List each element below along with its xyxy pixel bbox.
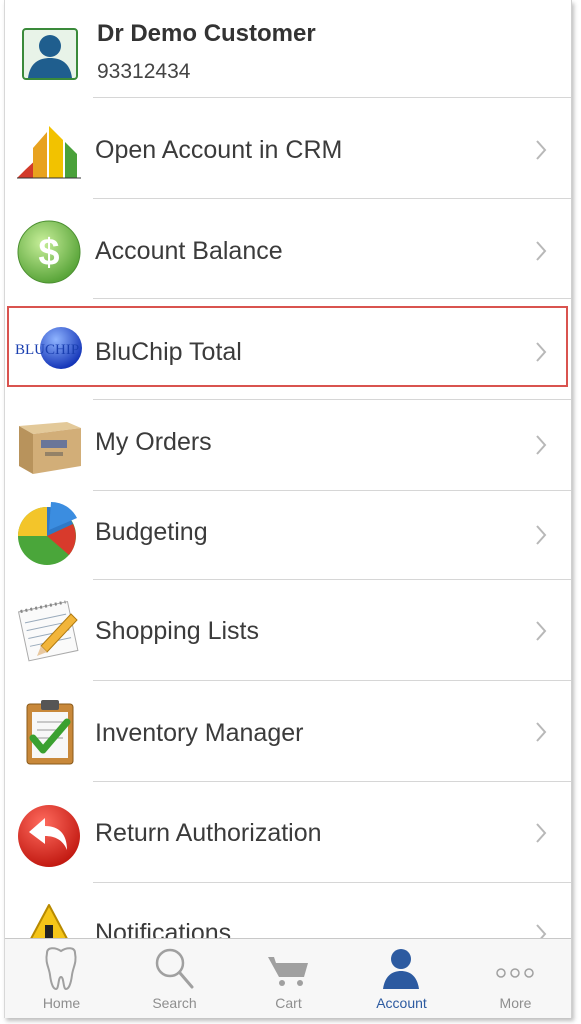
customer-name: Dr Demo Customer	[97, 20, 316, 47]
chevron-right-icon	[536, 621, 547, 641]
tab-account[interactable]: Account	[345, 939, 458, 1018]
tab-label: Search	[152, 995, 197, 1011]
menu-item-label: Inventory Manager	[95, 719, 304, 747]
cart-icon	[268, 957, 308, 986]
tab-label: More	[499, 995, 532, 1011]
tab-home[interactable]: Home	[5, 939, 118, 1018]
divider	[93, 198, 571, 199]
chevron-right-icon	[536, 435, 547, 455]
menu-item-label: Budgeting	[95, 518, 208, 546]
search-icon	[155, 948, 194, 989]
tab-label: Home	[42, 995, 81, 1011]
menu-item-shopping-lists[interactable]: Shopping Lists	[5, 580, 571, 680]
menu-item-inventory-manager[interactable]: Inventory Manager	[5, 680, 571, 780]
customer-avatar-icon	[22, 28, 78, 80]
chevron-right-icon	[536, 823, 547, 843]
svg-text:$: $	[38, 232, 59, 274]
menu-item-open-account-crm[interactable]: Open Account in CRM	[5, 100, 571, 200]
tab-search[interactable]: Search	[118, 939, 231, 1018]
tab-more[interactable]: More	[459, 939, 571, 1018]
chevron-right-icon	[536, 722, 547, 742]
menu-item-label: My Orders	[95, 428, 212, 456]
pie-chart-icon	[18, 501, 77, 565]
box-icon	[19, 422, 81, 474]
customer-header: Dr Demo Customer 93312434	[5, 0, 571, 97]
chevron-right-icon	[536, 241, 547, 261]
clipboard-check-icon	[26, 700, 74, 765]
tab-cart[interactable]: Cart	[232, 939, 345, 1018]
menu-item-my-orders[interactable]: My Orders	[5, 400, 571, 490]
tab-label: Account	[376, 995, 427, 1011]
app-screen: Dr Demo Customer 93312434 Open Account i…	[4, 0, 572, 1018]
customer-number: 93312434	[97, 60, 191, 83]
menu-item-label: Account Balance	[95, 237, 283, 265]
tab-label: Cart	[275, 995, 302, 1011]
menu-item-label: Return Authorization	[95, 819, 322, 847]
highlight-box	[7, 306, 568, 387]
dollar-coin-icon: $	[17, 220, 81, 284]
menu-item-label: Shopping Lists	[95, 617, 260, 645]
return-arrow-icon	[18, 805, 80, 867]
chevron-right-icon	[536, 140, 547, 160]
menu-item-budgeting[interactable]: Budgeting	[5, 490, 571, 580]
more-dots-icon	[496, 968, 534, 978]
menu-item-account-balance[interactable]: $ Account Balance	[5, 200, 571, 300]
chevron-right-icon	[536, 525, 547, 545]
person-icon	[383, 949, 419, 989]
divider	[93, 298, 571, 299]
notepad-pencil-icon	[17, 600, 79, 662]
crm-chart-icon	[17, 126, 81, 179]
tooth-icon	[45, 947, 77, 991]
divider	[93, 97, 571, 98]
tab-bar: Home Search Cart Account More	[5, 938, 571, 1018]
menu-item-label: Open Account in CRM	[95, 136, 343, 164]
menu-item-return-authorization[interactable]: Return Authorization	[5, 782, 571, 882]
